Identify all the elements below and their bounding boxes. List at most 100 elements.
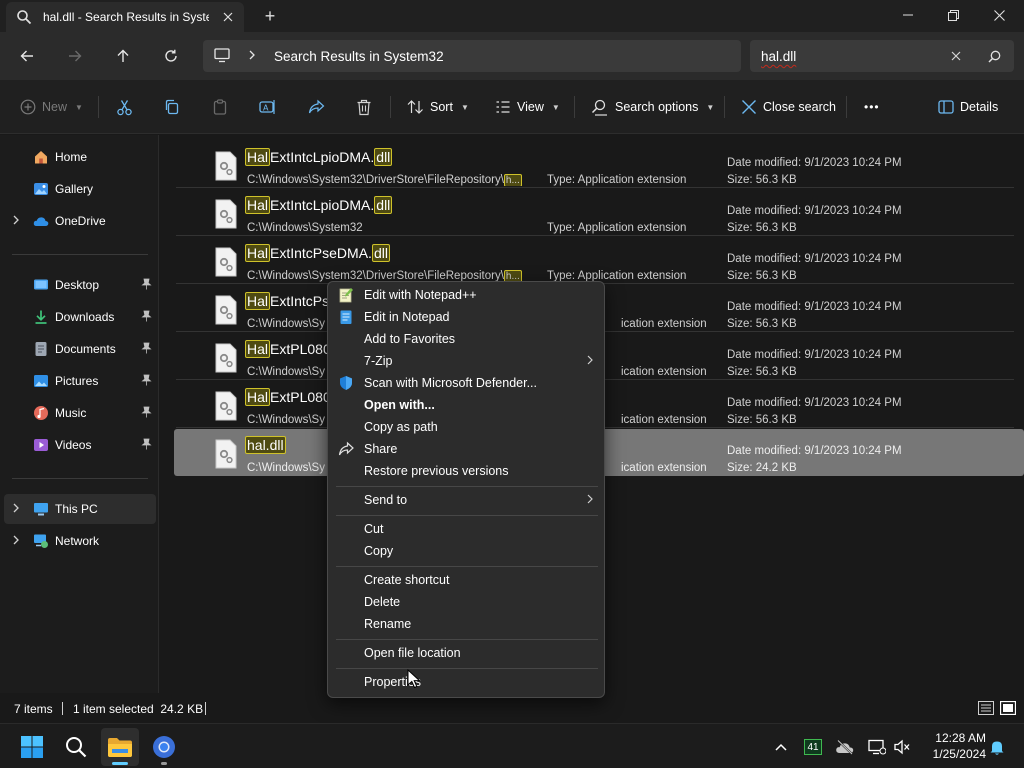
sidebar-item-music[interactable]: Music [0, 398, 156, 428]
close-window-button[interactable] [976, 0, 1022, 30]
menu-item-send-to[interactable]: Send to [332, 489, 600, 511]
back-button[interactable] [14, 44, 40, 68]
delete-button[interactable] [356, 92, 372, 122]
menu-item-open-with[interactable]: Open with... [332, 394, 600, 416]
divider [724, 96, 725, 118]
menu-item-open-file-location[interactable]: Open file location [332, 642, 600, 664]
file-date-modified: Date modified: 9/1/2023 10:24 PM [727, 397, 902, 409]
pin-icon [141, 278, 152, 290]
file-date-modified: Date modified: 9/1/2023 10:24 PM [727, 253, 902, 265]
rename-button[interactable]: A [259, 92, 277, 122]
tray-cloud[interactable] [834, 736, 856, 758]
search-button[interactable] [984, 46, 1004, 66]
new-tab-button[interactable]: + [258, 5, 282, 27]
file-row[interactable]: Hal ExtIntcLpioDMA. dll C:\Windows\System3… [176, 141, 1014, 188]
pin-icon [141, 374, 152, 386]
tab-search-results[interactable]: hal.dll - Search Results in System32 [6, 2, 244, 32]
address-bar[interactable]: Search Results in System32 [203, 40, 741, 72]
search-input[interactable]: hal.dll [761, 49, 796, 64]
cut-button[interactable] [116, 92, 133, 122]
search-options-button[interactable]: Search options ▼ [591, 92, 714, 122]
menu-item-scan-defender[interactable]: Scan with Microsoft Defender... [332, 372, 600, 394]
clock[interactable]: 12:28 AM 1/25/2024 [920, 730, 986, 762]
menu-item-cut[interactable]: Cut [332, 518, 600, 540]
search-box[interactable]: hal.dll [750, 40, 1014, 72]
browser-icon [153, 736, 175, 758]
file-name: Hal ExtIntcLpioDMA. dll [245, 196, 393, 214]
sort-button[interactable]: Sort ▼ [407, 92, 469, 122]
close-search-button[interactable]: Close search [741, 92, 836, 122]
menu-separator [336, 668, 598, 669]
menu-item-share[interactable]: Share [332, 438, 600, 460]
sidebar-item-onedrive[interactable]: OneDrive [0, 206, 156, 236]
breadcrumb[interactable]: Search Results in System32 [274, 49, 444, 64]
tray-app-badge[interactable]: 41 [802, 736, 824, 758]
divider [574, 96, 575, 118]
menu-item-add-favorites[interactable]: Add to Favorites [332, 328, 600, 350]
details-pane-button[interactable]: Details [938, 92, 998, 122]
sidebar-item-gallery[interactable]: Gallery [0, 174, 156, 204]
chevron-right-icon [249, 50, 255, 60]
share-button[interactable] [308, 92, 325, 122]
details-view-button[interactable] [977, 699, 995, 717]
notifications-button[interactable] [986, 736, 1008, 758]
rename-icon: A [259, 100, 275, 114]
dll-file-icon [215, 199, 237, 229]
sidebar-item-network[interactable]: Network [0, 526, 156, 556]
file-row[interactable]: Hal ExtIntcPseDMA. dll C:\Windows\System32… [176, 237, 1014, 284]
file-name: Hal ExtIntcPs [245, 292, 330, 310]
taskbar-search-button[interactable] [57, 728, 95, 766]
new-button[interactable]: New ▼ [20, 92, 83, 122]
menu-item-copy[interactable]: Copy [332, 540, 600, 562]
refresh-icon [165, 49, 177, 62]
volume-muted-icon [894, 739, 910, 755]
restore-icon [947, 9, 959, 21]
divider [205, 702, 206, 715]
paste-button[interactable] [212, 92, 228, 122]
sidebar-item-videos[interactable]: Videos [0, 430, 156, 460]
menu-item-rename[interactable]: Rename [332, 613, 600, 635]
taskbar-chrome[interactable] [145, 728, 183, 766]
taskbar-file-explorer[interactable] [101, 728, 139, 766]
divider [846, 96, 847, 118]
large-icons-view-button[interactable] [999, 699, 1017, 717]
windows-logo-icon [21, 736, 43, 758]
forward-button[interactable] [62, 44, 88, 68]
tab-close-button[interactable] [218, 7, 238, 27]
menu-item-properties[interactable]: Properties [332, 671, 600, 693]
chevron-down-icon: ▼ [460, 102, 469, 112]
sidebar-item-label: Gallery [55, 182, 94, 196]
clear-search-button[interactable] [946, 46, 966, 66]
sidebar-item-pictures[interactable]: Pictures [0, 366, 156, 396]
active-indicator [112, 762, 128, 765]
menu-item-delete[interactable]: Delete [332, 591, 600, 613]
sidebar-item-desktop[interactable]: Desktop [0, 270, 156, 300]
menu-item-edit-notepad[interactable]: Edit in Notepad [332, 306, 600, 328]
menu-item-restore-versions[interactable]: Restore previous versions [332, 460, 600, 482]
menu-item-create-shortcut[interactable]: Create shortcut [332, 569, 600, 591]
sidebar-item-downloads[interactable]: Downloads [0, 302, 156, 332]
taskbar: 41 12:28 AM 1/25/2024 [0, 723, 1024, 768]
sidebar-item-this-pc[interactable]: This PC [4, 494, 156, 524]
sidebar-item-label: Documents [55, 342, 116, 356]
start-button[interactable] [13, 728, 51, 766]
copy-button[interactable] [164, 92, 180, 122]
sidebar-item-home[interactable]: Home [0, 142, 156, 172]
minimize-button[interactable] [885, 0, 931, 30]
dll-file-icon [215, 343, 237, 373]
restore-button[interactable] [930, 0, 976, 30]
refresh-button[interactable] [158, 44, 184, 68]
file-path: C:\Windows\System32\DriverStore\FileRepo… [247, 174, 522, 186]
sidebar-item-documents[interactable]: Documents [0, 334, 156, 364]
menu-item-copy-as-path[interactable]: Copy as path [332, 416, 600, 438]
tray-volume[interactable] [891, 736, 913, 758]
menu-item-edit-notepadpp[interactable]: Edit with Notepad++ [332, 284, 600, 306]
menu-item-7zip[interactable]: 7-Zip [332, 350, 600, 372]
file-row[interactable]: Hal ExtIntcLpioDMA. dll C:\Windows\System3… [176, 189, 1014, 236]
tray-network[interactable] [866, 736, 888, 758]
more-options-button[interactable]: ••• [864, 92, 880, 122]
up-button[interactable] [110, 44, 136, 68]
view-button[interactable]: View ▼ [495, 92, 560, 122]
show-hidden-icons-button[interactable] [770, 736, 792, 758]
file-name: Hal ExtPL080 [245, 388, 331, 406]
